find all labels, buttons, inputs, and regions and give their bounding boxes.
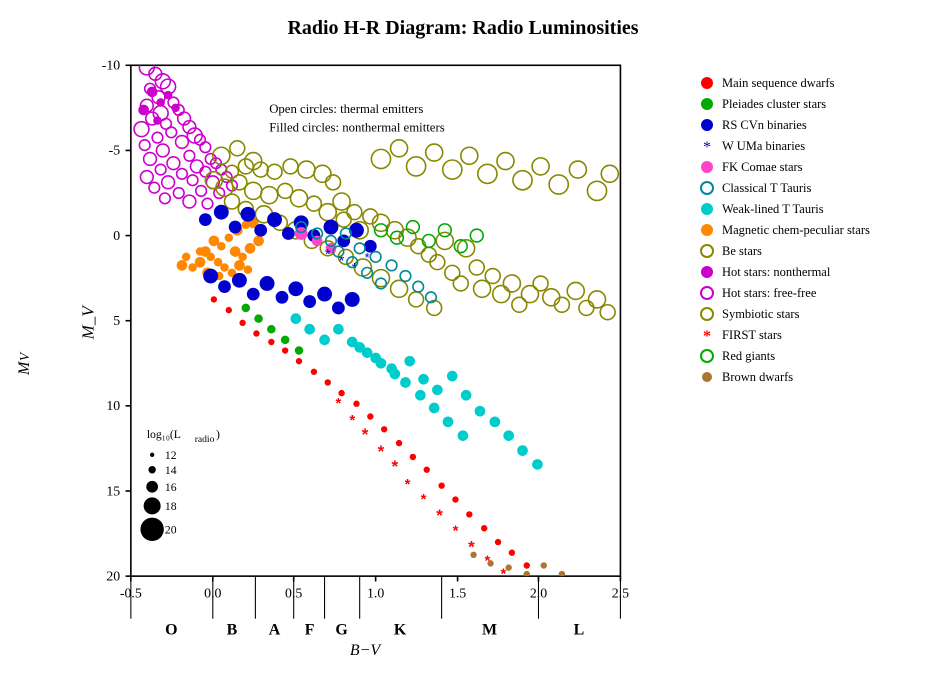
x-axis-label: B−V (37, 642, 693, 660)
rscvn-symbol (698, 116, 716, 134)
svg-text:*: * (703, 328, 711, 344)
pleiades-symbol (698, 95, 716, 113)
legend-item-redgiants: Red giants (698, 347, 908, 365)
be-symbol (698, 242, 716, 260)
svg-text:*: * (453, 524, 459, 540)
svg-text:0: 0 (113, 228, 120, 243)
legend-item-weak-ttau: Weak-lined T Tauris (698, 200, 908, 218)
legend-item-hotnonthermal: Hot stars: nonthermal (698, 263, 908, 281)
svg-text:M: M (482, 622, 497, 639)
svg-text:*: * (421, 492, 427, 508)
legend-label-symbiotic: Symbiotic stars (722, 306, 799, 322)
svg-text:*: * (391, 457, 398, 476)
svg-text:): ) (216, 428, 220, 441)
legend-item-fkcomae: FK Comae stars (698, 158, 908, 176)
svg-text:G: G (335, 622, 347, 639)
redgiants-symbol (698, 347, 716, 365)
svg-text:O: O (165, 622, 177, 639)
hr-diagram-plot: -10 -5 0 5 10 15 20 (37, 44, 693, 640)
svg-text:*: * (500, 566, 506, 582)
first-symbol: * (698, 326, 716, 344)
svg-text:20: 20 (165, 524, 177, 537)
svg-text:B: B (227, 622, 238, 639)
svg-text:18: 18 (165, 500, 177, 513)
legend-label-magchem: Magnetic chem-peculiar stars (722, 222, 870, 238)
legend-item-first: * FIRST stars (698, 326, 908, 344)
svg-text:10: 10 (106, 398, 120, 413)
svg-text:-10: -10 (102, 58, 121, 73)
svg-text:12: 12 (165, 449, 177, 462)
legend-label-wuma: W UMa binaries (722, 138, 805, 154)
svg-text:radio: radio (195, 434, 215, 445)
svg-text:*: * (378, 442, 385, 461)
chart-container: Radio H-R Diagram: Radio Luminosities MV (13, 9, 913, 689)
chart-title: Radio H-R Diagram: Radio Luminosities (13, 9, 913, 40)
svg-text:*: * (351, 261, 357, 277)
hotfreefree-symbol (698, 284, 716, 302)
svg-text:K: K (394, 622, 407, 639)
weak-ttau-symbol (698, 200, 716, 218)
legend-label-main-seq: Main sequence dwarfs (722, 75, 834, 91)
y-axis-label: MV (13, 64, 37, 664)
svg-text:*: * (365, 250, 370, 265)
svg-text:A: A (269, 622, 281, 639)
svg-text:15: 15 (106, 483, 120, 498)
svg-text:5: 5 (113, 313, 120, 328)
legend-item-wuma: * W UMa binaries (698, 137, 908, 155)
hotnonthermal-symbol (698, 263, 716, 281)
fkcomae-symbol (698, 158, 716, 176)
legend-label-first: FIRST stars (722, 327, 782, 343)
svg-text:L: L (574, 622, 585, 639)
legend-item-pleiades: Pleiades cluster stars (698, 95, 908, 113)
svg-text:20: 20 (106, 568, 120, 583)
svg-text:*: * (325, 247, 331, 263)
legend-label-hotnonthermal: Hot stars: nonthermal (722, 264, 830, 280)
legend-item-classical-ttau: Classical T Tauris (698, 179, 908, 197)
legend-item-magchem: Magnetic chem-peculiar stars (698, 221, 908, 239)
svg-text:Filled circles: nonthermal emi: Filled circles: nonthermal emitters (269, 120, 445, 134)
svg-text:*: * (405, 477, 411, 493)
svg-text:*: * (436, 506, 443, 525)
legend-item-be: Be stars (698, 242, 908, 260)
svg-text:Open circles: thermal emitters: Open circles: thermal emitters (269, 102, 423, 116)
legend-label-fkcomae: FK Comae stars (722, 159, 803, 175)
legend-item-symbiotic: Symbiotic stars (698, 305, 908, 323)
legend-label-rscvn: RS CVn binaries (722, 117, 807, 133)
legend-item-hotfreefree: Hot stars: free-free (698, 284, 908, 302)
legend-label-redgiants: Red giants (722, 348, 775, 364)
legend-item-browndwarfs: Brown dwarfs (698, 368, 908, 386)
legend-label-browndwarfs: Brown dwarfs (722, 369, 793, 385)
legend-label-weak-ttau: Weak-lined T Tauris (722, 201, 824, 217)
svg-text:*: * (703, 139, 711, 155)
svg-text:1.5: 1.5 (449, 585, 466, 600)
main-seq-symbol (698, 74, 716, 92)
svg-text:log₁₀(L: log₁₀(L (147, 428, 181, 441)
legend-label-be: Be stars (722, 243, 762, 259)
magchem-symbol (698, 221, 716, 239)
symbiotic-symbol (698, 305, 716, 323)
legend-item-rscvn: RS CVn binaries (698, 116, 908, 134)
svg-text:-5: -5 (109, 143, 121, 158)
svg-text:*: * (362, 425, 369, 444)
svg-text:*: * (335, 396, 341, 412)
legend-label-pleiades: Pleiades cluster stars (722, 96, 826, 112)
legend: Main sequence dwarfs Pleiades cluster st… (693, 64, 913, 664)
wuma-symbol: * (698, 137, 716, 155)
svg-text:14: 14 (165, 464, 177, 477)
legend-label-classical-ttau: Classical T Tauris (722, 180, 811, 196)
legend-label-hotfreefree: Hot stars: free-free (722, 285, 816, 301)
browndwarfs-symbol (698, 368, 716, 386)
svg-text:16: 16 (165, 481, 177, 494)
svg-text:1.0: 1.0 (367, 585, 384, 600)
svg-text:F: F (305, 622, 315, 639)
legend-item-main-seq: Main sequence dwarfs (698, 74, 908, 92)
classical-ttau-symbol (698, 179, 716, 197)
svg-text:*: * (349, 413, 355, 429)
svg-text:M_V: M_V (79, 304, 98, 341)
